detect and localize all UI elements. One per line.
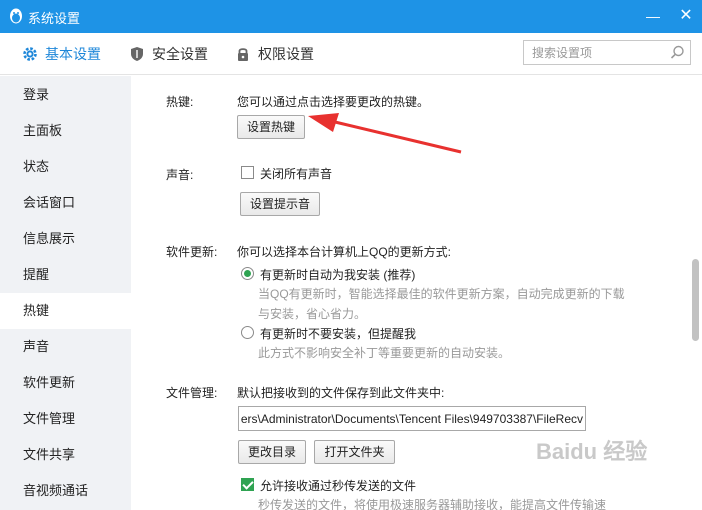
sidebar-item-hotkeys[interactable]: 热键 — [0, 293, 131, 329]
scrollbar-thumb[interactable] — [692, 259, 699, 341]
allow-instant-transfer-label: 允许接收通过秒传发送的文件 — [260, 479, 417, 493]
set-notification-sound-button[interactable]: 设置提示音 — [240, 192, 320, 216]
sidebar-item-login[interactable]: 登录 — [0, 77, 131, 113]
minimize-button[interactable]: — — [640, 4, 666, 28]
close-button[interactable]: ✕ — [673, 4, 699, 28]
auto-install-radio[interactable] — [241, 267, 254, 280]
sidebar-item-chat-window[interactable]: 会话窗口 — [0, 185, 131, 221]
notify-only-radio[interactable] — [241, 326, 254, 339]
sound-section-label: 声音: — [166, 168, 194, 182]
shield-icon — [131, 47, 143, 61]
tab-label: 安全设置 — [152, 46, 208, 62]
sidebar-item-status[interactable]: 状态 — [0, 149, 131, 185]
lock-icon — [238, 48, 248, 61]
hotkey-section-label: 热键: — [166, 95, 194, 109]
tab-basic-settings[interactable]: 基本设置 — [22, 33, 101, 75]
change-directory-button[interactable]: 更改目录 — [238, 440, 306, 464]
sidebar: 登录 主面板 状态 会话窗口 信息展示 提醒 热键 声音 软件更新 文件管理 文… — [0, 76, 131, 510]
notify-only-hint: 此方式不影响安全补丁等重要更新的自动安装。 — [258, 346, 511, 360]
gear-icon — [23, 47, 37, 61]
receive-folder-path-field[interactable] — [238, 406, 586, 431]
sidebar-item-reminders[interactable]: 提醒 — [0, 257, 131, 293]
sidebar-item-software-update[interactable]: 软件更新 — [0, 365, 131, 401]
hotkey-description: 您可以通过点击选择要更改的热键。 — [237, 95, 430, 109]
content-scrollbar[interactable] — [689, 76, 702, 510]
sidebar-item-sound[interactable]: 声音 — [0, 329, 131, 365]
sidebar-item-info-display[interactable]: 信息展示 — [0, 221, 131, 257]
search-icon[interactable] — [670, 45, 685, 60]
update-description: 你可以选择本台计算机上QQ的更新方式: — [237, 245, 452, 259]
allow-instant-transfer-checkbox[interactable] — [241, 478, 254, 491]
tab-permission-settings[interactable]: 权限设置 — [235, 33, 314, 75]
notify-only-label: 有更新时不要安装，但提醒我 — [260, 327, 417, 341]
mute-all-checkbox[interactable] — [241, 166, 254, 179]
qq-penguin-icon — [10, 8, 22, 24]
file-management-section-label: 文件管理: — [166, 386, 218, 400]
auto-install-label: 有更新时自动为我安装 (推荐) — [260, 268, 416, 282]
update-section-label: 软件更新: — [166, 245, 218, 259]
sidebar-item-file-management[interactable]: 文件管理 — [0, 401, 131, 437]
auto-install-hint: 当QQ有更新时，智能选择最佳的软件更新方案，自动完成更新的下载 — [258, 287, 625, 301]
baidu-watermark: Baidu 经验 — [536, 439, 648, 464]
red-annotation-arrow — [308, 113, 462, 154]
set-hotkey-button[interactable]: 设置热键 — [237, 115, 305, 139]
search-input[interactable] — [524, 41, 664, 64]
receive-folder-path-input[interactable] — [239, 407, 585, 430]
tab-security-settings[interactable]: 安全设置 — [129, 33, 208, 75]
auto-install-hint-cont: 与安装，省心省力。 — [258, 307, 367, 321]
title-bar: 系统设置 — ✕ — [0, 0, 702, 33]
tab-label: 权限设置 — [258, 46, 314, 62]
file-save-description: 默认把接收到的文件保存到此文件夹中: — [237, 386, 445, 400]
tab-label: 基本设置 — [45, 46, 101, 62]
open-folder-button[interactable]: 打开文件夹 — [314, 440, 395, 464]
mute-all-label: 关闭所有声音 — [260, 167, 333, 181]
instant-transfer-hint: 秒传发送的文件，将使用极速服务器辅助接收，能提高文件传输速 — [258, 498, 607, 510]
search-box — [523, 40, 691, 65]
sidebar-item-file-sharing[interactable]: 文件共享 — [0, 437, 131, 473]
window-title: 系统设置 — [28, 11, 81, 26]
sidebar-item-main-panel[interactable]: 主面板 — [0, 113, 131, 149]
sidebar-item-av-calls[interactable]: 音视频通话 — [0, 473, 131, 509]
tab-bar: 基本设置 安全设置 权限设置 — [0, 33, 702, 75]
